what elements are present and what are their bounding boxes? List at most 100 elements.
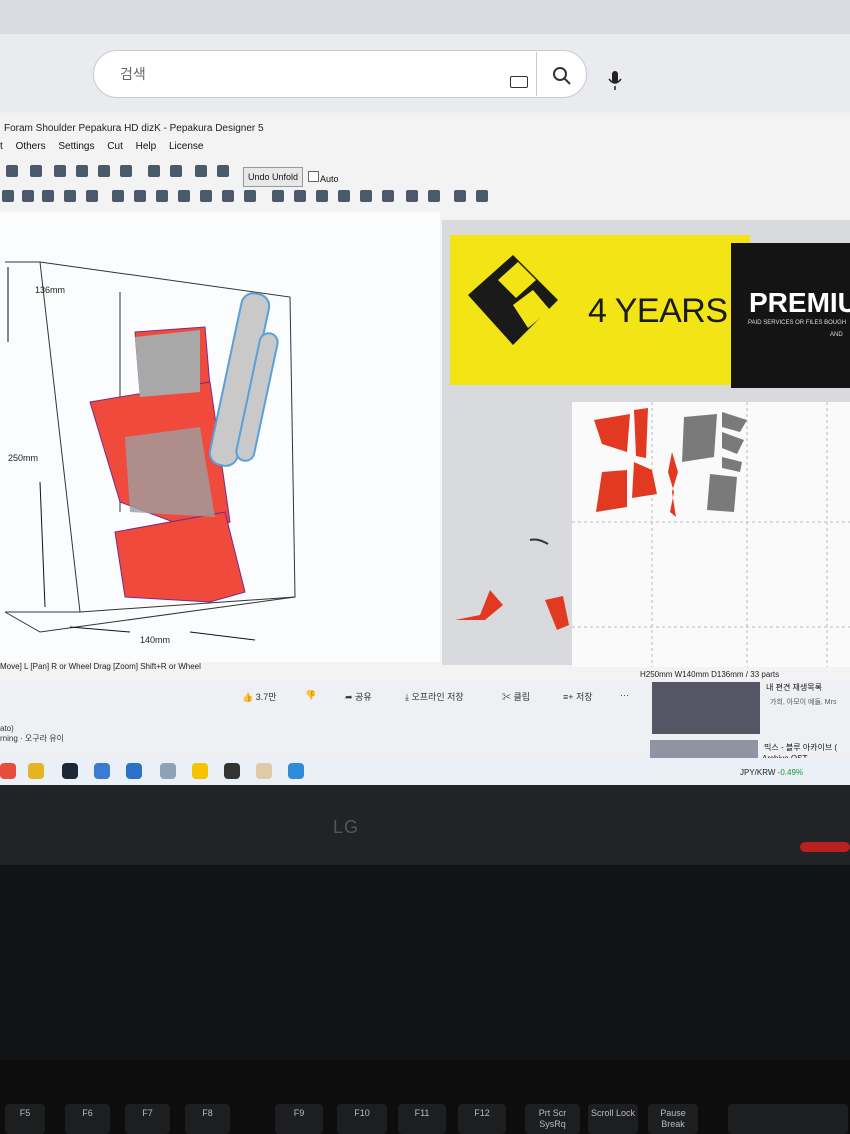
steam-icon[interactable] [62,763,78,779]
folder-icon[interactable] [28,763,44,779]
tool-icon[interactable] [406,190,418,202]
mail-icon[interactable] [126,763,142,779]
more-button[interactable]: ··· [620,690,629,700]
window-title: Foram Shoulder Pepakura HD dizK - Pepaku… [4,123,264,134]
tool-icon[interactable] [112,190,124,202]
video-description: ato) rning · 오구라 유이 [0,724,64,744]
3d-model-canvas[interactable] [0,212,440,662]
app-icon[interactable] [288,763,304,779]
app-icon[interactable] [256,763,272,779]
clip-button[interactable]: ✂ 클립 [502,690,530,703]
menu-item-others[interactable]: Others [16,141,46,152]
tool-icon[interactable] [294,190,306,202]
tool-icon[interactable] [98,165,110,177]
banner-subtext: PAID SERVICES OR FILES BOUGH [748,320,847,326]
tool-icon[interactable] [272,190,284,202]
share-button[interactable]: ➦ 공유 [345,690,372,703]
tool-icon[interactable] [338,190,350,202]
menu-item-cut[interactable]: Cut [107,141,123,152]
like-button[interactable]: 👍 3.7만 [242,690,277,703]
key-f6[interactable]: F6 [65,1104,110,1134]
key-scrolllock[interactable]: Scroll Lock [588,1104,638,1134]
key-prtscr[interactable]: Prt Scr SysRq [525,1104,580,1134]
app-icon[interactable] [94,763,110,779]
tool-icon[interactable] [86,190,98,202]
tool-icon[interactable] [316,190,328,202]
tool-icon[interactable] [42,190,54,202]
status-bar-left: Move] L [Pan] R or Wheel Drag [Zoom] Shi… [0,662,201,671]
key-f12[interactable]: F12 [458,1104,506,1134]
search-box[interactable] [93,50,587,98]
key-pause[interactable]: Pause Break [648,1104,698,1134]
tool-icon[interactable] [170,165,182,177]
menu-item-settings[interactable]: Settings [58,141,94,152]
tab-strip [0,0,850,34]
tool-icon[interactable] [156,190,168,202]
tool-icon[interactable] [195,165,207,177]
toolbar-top [0,160,360,186]
key-f10[interactable]: F10 [337,1104,387,1134]
key-f8[interactable]: F8 [185,1104,230,1134]
tool-icon[interactable] [217,165,229,177]
tool-icon[interactable] [134,190,146,202]
recommended-videos: 내 편견 재생목록 가희, 아모이 예들, Mrs 믹스 - 블루 아카이브 (… [650,680,850,765]
tool-icon[interactable] [120,165,132,177]
tool-icon[interactable] [30,165,42,177]
dim-width-label: 140mm [140,635,171,645]
banner-4-years: 4 YEARS [588,292,728,330]
search-icon[interactable] [550,64,574,88]
toolbar-bottom [0,186,495,210]
media-keys[interactable] [728,1104,848,1134]
mic-icon[interactable] [600,65,630,95]
banner-premium: PREMIU [749,287,850,318]
save-label: 저장 [576,692,593,702]
kakaotalk-icon[interactable] [192,763,208,779]
ticker-pair: JPY/KRW [740,768,776,777]
tool-icon[interactable] [428,190,440,202]
tool-icon[interactable] [382,190,394,202]
tool-icon[interactable] [2,190,14,202]
tool-icon[interactable] [54,165,66,177]
tool-icon[interactable] [64,190,76,202]
key-f9[interactable]: F9 [275,1104,323,1134]
tool-icon[interactable] [22,190,34,202]
key-f11[interactable]: F11 [398,1104,446,1134]
tool-icon[interactable] [360,190,372,202]
monitor-screen: 검색 Foram Shoulder Pepakura HD dizK - Pep… [0,0,850,785]
search-input[interactable]: 검색 [120,64,146,84]
video-title[interactable]: 믹스 - 블루 아카이브 ( [764,742,837,753]
tool-icon[interactable] [244,190,256,202]
tool-icon[interactable] [178,190,190,202]
video-subtitle: 가희, 아모이 예들, Mrs [770,699,837,706]
tool-icon[interactable] [476,190,488,202]
menu-item-help[interactable]: Help [136,141,157,152]
keyboard-icon[interactable] [510,76,528,88]
app-icon[interactable] [224,763,240,779]
chrome-icon[interactable] [0,763,16,779]
app-icon[interactable] [160,763,176,779]
menu-item-t[interactable]: t [0,141,3,152]
desk-area [0,865,850,1065]
tool-icon[interactable] [200,190,212,202]
save-button[interactable]: ≡+ 저장 [563,690,593,703]
tool-icon[interactable] [222,190,234,202]
menu-item-license[interactable]: License [169,141,203,152]
offline-save-button[interactable]: ⤓ 오프라인 저장 [405,690,464,703]
key-f7[interactable]: F7 [125,1104,170,1134]
video-title[interactable]: 내 편견 재생목록 [766,682,822,693]
red-led [800,842,850,852]
tool-icon[interactable] [6,165,18,177]
tool-icon[interactable] [76,165,88,177]
key-f5[interactable]: F5 [5,1104,45,1134]
video-thumbnail[interactable] [652,682,760,734]
undo-unfold-button[interactable]: Undo Unfold [243,167,303,187]
tool-icon[interactable] [454,190,466,202]
unfolded-parts [572,402,850,667]
currency-ticker[interactable]: JPY/KRW -0.49% [740,768,803,777]
status-bar-right: H250mm W140mm D136mm / 33 parts [640,670,780,679]
share-label: 공유 [355,692,372,702]
tool-icon[interactable] [148,165,160,177]
search-divider [536,52,537,96]
auto-checkbox[interactable] [308,171,319,182]
dislike-button[interactable]: 👎 [305,690,316,701]
